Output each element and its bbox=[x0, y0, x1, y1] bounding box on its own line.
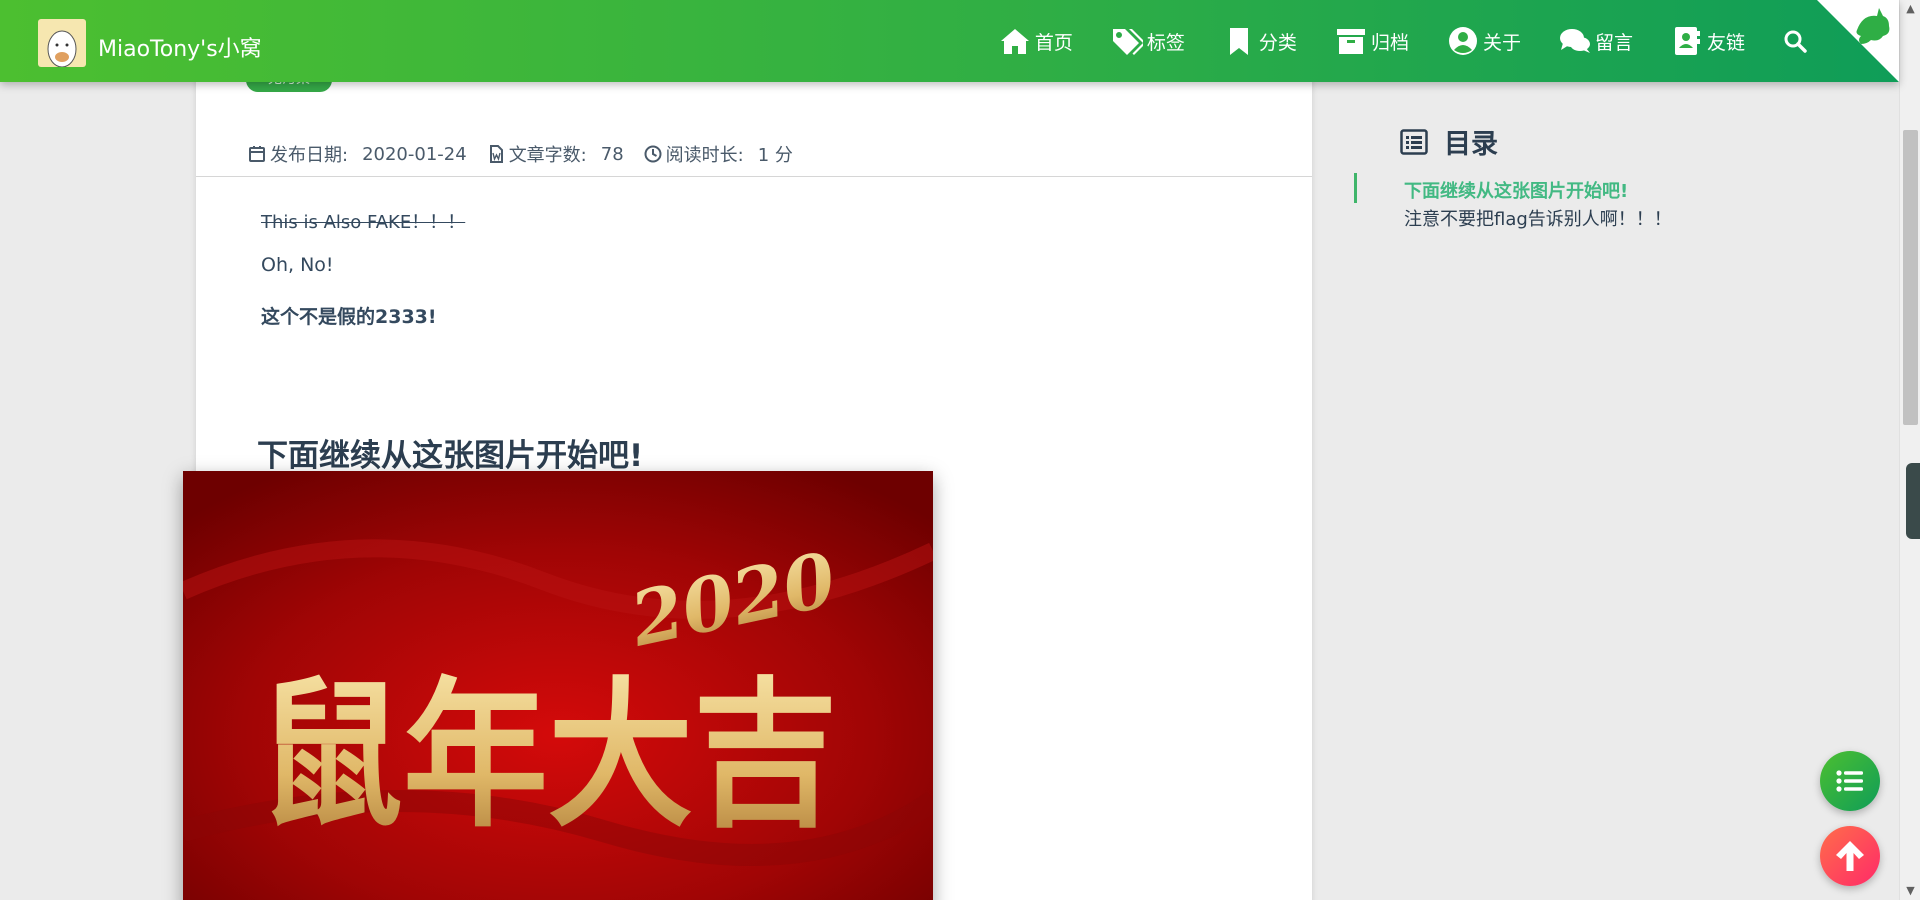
nav-about[interactable]: 关于 bbox=[1447, 26, 1521, 56]
side-widget-handle[interactable] bbox=[1906, 463, 1920, 539]
clock-icon bbox=[644, 145, 662, 163]
scrollbar-thumb[interactable] bbox=[1903, 130, 1918, 425]
site-title: MiaoTony's小窝 bbox=[98, 37, 262, 62]
article-image[interactable]: 2020 鼠年大吉 bbox=[183, 471, 933, 900]
meta-reading-time: 阅读时长: 1 分 bbox=[644, 141, 793, 167]
meta-divider bbox=[196, 176, 1312, 177]
scroll-down-arrow[interactable]: ▼ bbox=[1900, 882, 1920, 900]
paragraph-oh-no: Oh, No! bbox=[261, 254, 334, 276]
strikethrough-text: This is Also FAKE！！！ bbox=[261, 212, 466, 233]
archive-icon bbox=[1336, 29, 1365, 54]
github-cat-icon bbox=[1817, 0, 1899, 82]
article-meta: 发布日期: 2020-01-24 文章字数: 78 阅读时长: 1 分 bbox=[248, 141, 813, 167]
meta-words: 文章字数: 78 bbox=[487, 141, 624, 167]
nav-guestbook[interactable]: 留言 bbox=[1559, 26, 1633, 56]
read-value: 1 分 bbox=[757, 145, 793, 166]
toc-title: 目录 bbox=[1444, 129, 1498, 160]
nav-categories[interactable]: 分类 bbox=[1223, 26, 1297, 56]
words-label: 文章字数: bbox=[508, 145, 587, 166]
home-icon bbox=[1000, 29, 1029, 54]
nav-guestbook-label: 留言 bbox=[1594, 31, 1633, 54]
toc-item[interactable]: 注意不要把flag告诉别人啊！！！ bbox=[1404, 205, 1672, 231]
nav-archive-label: 归档 bbox=[1370, 31, 1409, 54]
toc-item-active[interactable]: 下面继续从这张图片开始吧! bbox=[1404, 177, 1628, 203]
site-brand[interactable]: MiaoTony's小窝 bbox=[38, 19, 262, 67]
tags-icon bbox=[1112, 29, 1143, 55]
read-label: 阅读时长: bbox=[665, 145, 744, 166]
date-label: 发布日期: bbox=[270, 145, 349, 166]
toc-toggle-button[interactable] bbox=[1820, 751, 1880, 811]
site-logo bbox=[38, 19, 86, 67]
list-alt-icon bbox=[1400, 128, 1428, 155]
top-navbar: MiaoTony's小窝 首页 标签 分类 归档 关于 留言 友链 bbox=[0, 0, 1899, 82]
nav-friends-label: 友链 bbox=[1706, 31, 1745, 54]
comments-icon bbox=[1559, 29, 1590, 53]
date-value: 2020-01-24 bbox=[362, 143, 467, 165]
nav-friends[interactable]: 友链 bbox=[1671, 26, 1745, 56]
section-heading: 下面继续从这张图片开始吧! bbox=[257, 438, 644, 474]
words-value: 78 bbox=[600, 143, 624, 165]
scroll-up-arrow[interactable]: ▲ bbox=[1900, 0, 1920, 18]
nav-tags[interactable]: 标签 bbox=[1111, 26, 1185, 56]
list-icon bbox=[1836, 770, 1863, 792]
calendar-icon bbox=[249, 146, 265, 162]
meta-date: 发布日期: 2020-01-24 bbox=[248, 141, 467, 167]
page-scrollbar[interactable]: ▲ ▼ bbox=[1899, 0, 1920, 900]
file-word-icon bbox=[489, 145, 503, 163]
image-caption-text: 鼠年大吉 bbox=[258, 661, 838, 849]
back-to-top-button[interactable] bbox=[1820, 826, 1880, 886]
main-nav: 首页 标签 分类 归档 关于 留言 友链 bbox=[961, 0, 1811, 82]
nav-tags-label: 标签 bbox=[1146, 31, 1185, 54]
arrow-up-icon bbox=[1836, 841, 1864, 871]
nav-categories-label: 分类 bbox=[1258, 31, 1297, 54]
toc-header: 目录 bbox=[1400, 122, 1498, 161]
search-button[interactable] bbox=[1783, 29, 1811, 53]
search-icon bbox=[1784, 30, 1807, 53]
nav-home[interactable]: 首页 bbox=[999, 26, 1073, 56]
bookmark-icon bbox=[1229, 28, 1248, 55]
nav-home-label: 首页 bbox=[1034, 31, 1073, 54]
nav-about-label: 关于 bbox=[1482, 31, 1521, 54]
nav-archive[interactable]: 归档 bbox=[1335, 26, 1409, 56]
github-corner[interactable] bbox=[1817, 0, 1899, 82]
address-book-icon bbox=[1674, 27, 1700, 55]
paragraph-bold: 这个不是假的2333! bbox=[261, 306, 437, 328]
toc-active-indicator bbox=[1354, 173, 1357, 203]
user-circle-icon bbox=[1448, 27, 1477, 55]
